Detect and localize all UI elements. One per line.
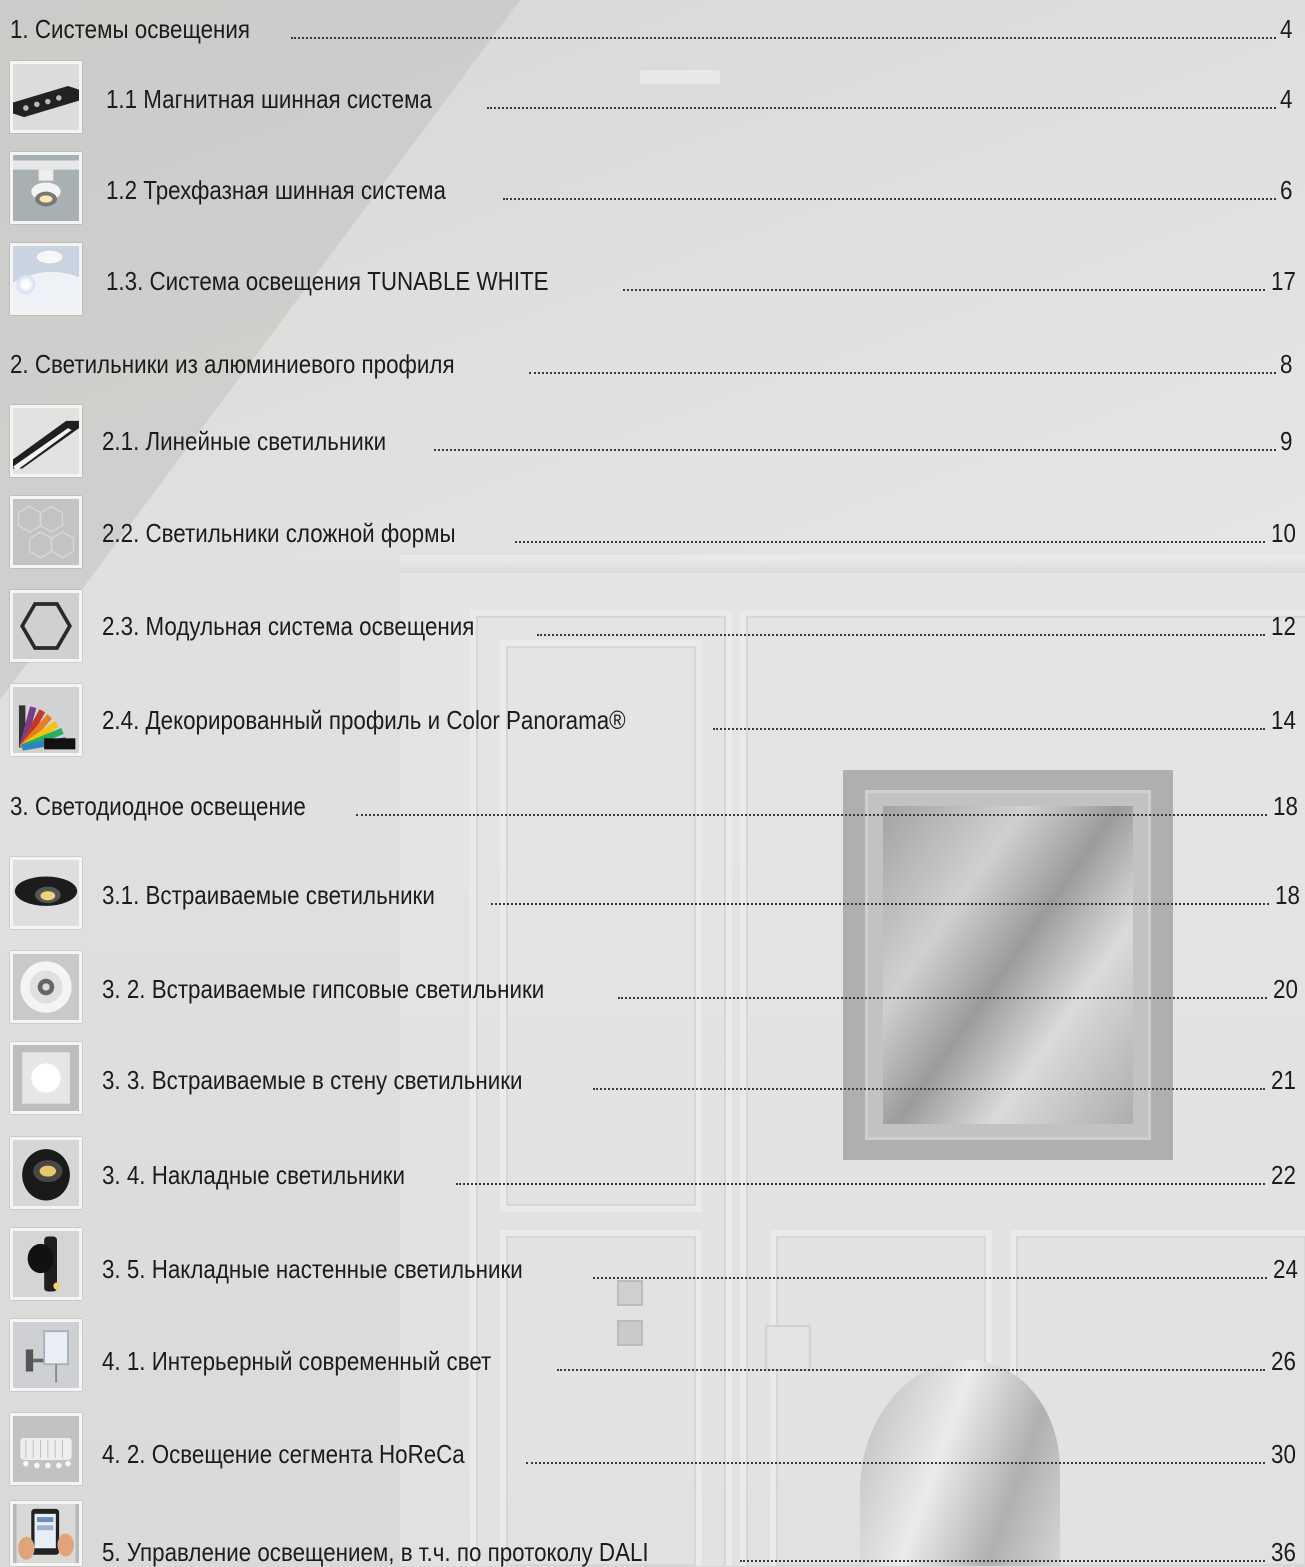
tunable-white-light-icon — [10, 243, 82, 315]
hexagon-module-icon — [10, 590, 82, 662]
toc-page-number: 30 — [1271, 1439, 1296, 1469]
toc-page-number: 9 — [1279, 426, 1292, 456]
toc-label: 1.2 Трехфазная шинная система — [106, 175, 446, 205]
toc-label: 3. 4. Накладные светильники — [102, 1160, 405, 1190]
toc-item-modern-interior[interactable]: 4. 1. Интерьерный современный свет 26 — [102, 1342, 1296, 1374]
toc-item-three-phase-track[interactable]: 1.2 Трехфазная шинная система 6 — [106, 171, 1292, 203]
toc-label: 5. Управление освещением, в т.ч. по прот… — [102, 1537, 649, 1567]
toc-item-linear-luminaires[interactable]: 2.1. Линейные светильники 9 — [102, 422, 1292, 454]
color-palette-fan-icon — [10, 684, 82, 756]
toc-page-number: 36 — [1271, 1537, 1296, 1567]
wall-recessed-light-icon — [10, 1042, 82, 1114]
toc-label: 1.1 Магнитная шинная система — [106, 84, 432, 114]
toc-label: 4. 2. Освещение сегмента HoReCa — [102, 1439, 465, 1469]
tablet-control-icon — [10, 1501, 82, 1566]
toc-page-number: 24 — [1273, 1254, 1298, 1284]
toc-page-number: 4 — [1279, 14, 1292, 44]
toc-page-number: 12 — [1271, 611, 1296, 641]
toc-page-number: 22 — [1271, 1160, 1296, 1190]
toc-page-number: 14 — [1271, 705, 1296, 735]
toc-label: 1.3. Система освещения TUNABLE WHITE — [106, 266, 549, 296]
toc-label: 1. Системы освещения — [10, 14, 250, 44]
three-phase-spotlight-icon — [10, 152, 82, 224]
toc-label: 2.3. Модульная система освещения — [102, 611, 475, 641]
toc-item-gypsum-recessed[interactable]: 3. 2. Встраиваемые гипсовые светильники … — [102, 970, 1298, 1002]
toc-section-led-lighting[interactable]: 3. Светодиодное освещение 18 — [10, 787, 1298, 819]
modern-wall-sconce-icon — [10, 1319, 82, 1391]
toc-label: 3. 2. Встраиваемые гипсовые светильники — [102, 974, 545, 1004]
toc-page-number: 18 — [1273, 791, 1298, 821]
toc-item-surface-mounted[interactable]: 3. 4. Накладные светильники 22 — [102, 1156, 1296, 1188]
toc-item-horeca[interactable]: 4. 2. Освещение сегмента HoReCa 30 — [102, 1435, 1296, 1467]
toc-item-complex-shape-luminaires[interactable]: 2.2. Светильники сложной формы 10 — [102, 514, 1296, 546]
toc-page-number: 20 — [1273, 974, 1298, 1004]
toc-label: 3.1. Встраиваемые светильники — [102, 880, 435, 910]
toc-item-lighting-control-dali[interactable]: 5. Управление освещением, в т.ч. по прот… — [102, 1533, 1296, 1565]
magnetic-track-light-icon — [10, 61, 82, 133]
toc-item-tunable-white[interactable]: 1.3. Система освещения TUNABLE WHITE 17 — [106, 262, 1296, 294]
linear-luminaire-icon — [10, 405, 82, 477]
toc-label: 3. 5. Накладные настенные светильники — [102, 1254, 523, 1284]
toc-label: 2. Светильники из алюминиевого профиля — [10, 349, 455, 379]
toc-page-number: 17 — [1271, 266, 1296, 296]
recessed-spotlight-icon — [10, 857, 82, 929]
toc-item-magnetic-track[interactable]: 1.1 Магнитная шинная система 4 — [106, 80, 1292, 112]
toc-label: 3. Светодиодное освещение — [10, 791, 306, 821]
toc-item-recessed-luminaires[interactable]: 3.1. Встраиваемые светильники 18 — [102, 876, 1300, 908]
toc-page-number: 4 — [1279, 84, 1292, 114]
toc-page-number: 8 — [1279, 349, 1292, 379]
horeca-chandelier-icon — [10, 1413, 82, 1485]
surface-mounted-spot-icon — [10, 1137, 82, 1209]
gypsum-recessed-light-icon — [10, 951, 82, 1023]
toc-page-number: 6 — [1279, 175, 1292, 205]
toc-item-wall-surface[interactable]: 3. 5. Накладные настенные светильники 24 — [102, 1250, 1298, 1282]
toc-label: 4. 1. Интерьерный современный свет — [102, 1346, 492, 1376]
toc-page-number: 10 — [1271, 518, 1296, 548]
toc-label: 2.2. Светильники сложной формы — [102, 518, 456, 548]
toc-section-lighting-systems[interactable]: 1. Системы освещения 4 — [10, 12, 1292, 42]
wall-surface-spot-icon — [10, 1228, 82, 1300]
toc-item-wall-recessed[interactable]: 3. 3. Встраиваемые в стену светильники 2… — [102, 1061, 1296, 1093]
toc-item-modular-system[interactable]: 2.3. Модульная система освещения 12 — [102, 607, 1296, 639]
hexagon-grid-luminaire-icon — [10, 496, 82, 568]
toc-label: 2.1. Линейные светильники — [102, 426, 387, 456]
toc-section-aluminum-profile-luminaires[interactable]: 2. Светильники из алюминиевого профиля 8 — [10, 345, 1292, 377]
table-of-contents: 1. Системы освещения 4 1.1 Магнитная шин… — [0, 0, 1305, 1566]
toc-label: 2.4. Декорированный профиль и Color Pano… — [102, 705, 626, 735]
toc-page-number: 21 — [1271, 1065, 1296, 1095]
toc-label: 3. 3. Встраиваемые в стену светильники — [102, 1065, 523, 1095]
toc-page-number: 18 — [1275, 880, 1300, 910]
toc-page-number: 26 — [1271, 1346, 1296, 1376]
toc-item-decorated-profile[interactable]: 2.4. Декорированный профиль и Color Pano… — [102, 701, 1296, 733]
